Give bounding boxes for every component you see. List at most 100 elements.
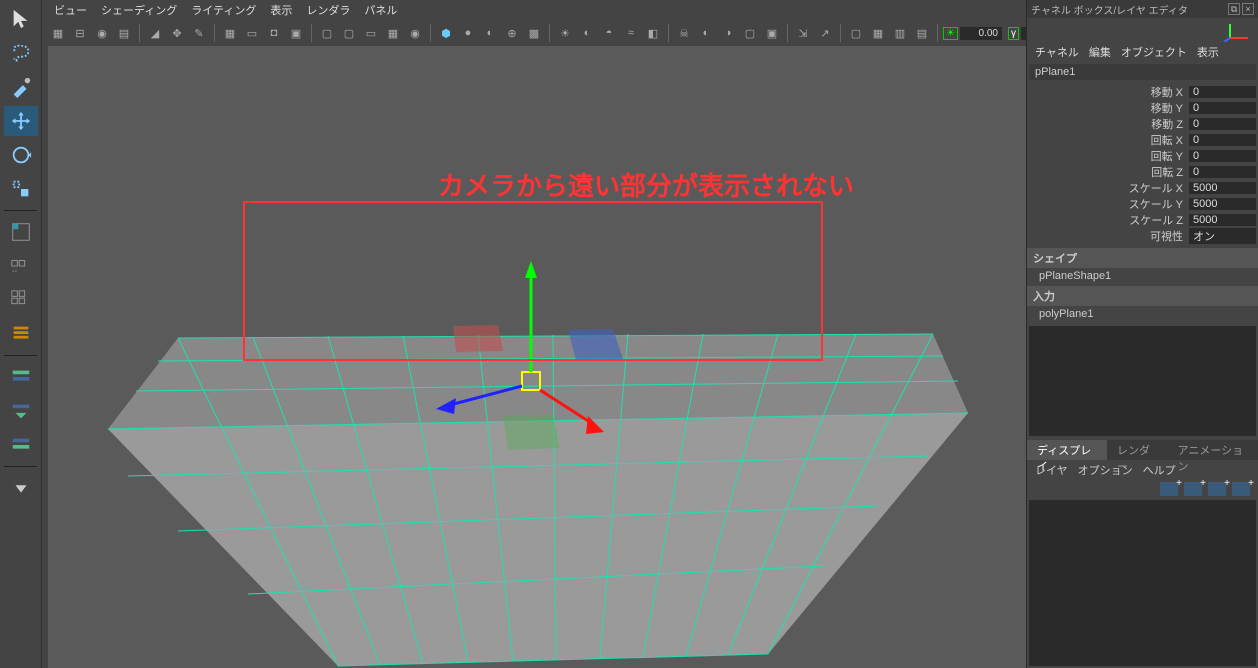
exposure-field[interactable]: 0.00 [960, 27, 1002, 40]
layer-list[interactable] [1029, 500, 1256, 666]
ao-icon[interactable]: ◓ [599, 23, 619, 43]
menu-view[interactable]: ビュー [54, 2, 87, 18]
new-layer-assign-icon[interactable] [1184, 482, 1202, 496]
snap-grid-b[interactable] [4, 285, 38, 315]
motion-blur-icon[interactable]: ≈ [621, 23, 641, 43]
layer-menu-layer[interactable]: レイヤ [1035, 462, 1068, 478]
layout-two-icon[interactable]: ▥ [890, 23, 910, 43]
xray-active-icon[interactable]: ◑ [718, 23, 738, 43]
menu-shading[interactable]: シェーディング [101, 2, 177, 18]
move-tool[interactable] [4, 106, 38, 136]
channel-box-title: チャネル ボックス/レイヤ エディタ [1031, 2, 1188, 17]
gamma-icon[interactable]: γ [1008, 27, 1019, 40]
tab-anim[interactable]: アニメーション [1168, 440, 1258, 460]
object-name-field[interactable]: pPlane1 [1029, 64, 1256, 80]
gate-mask-icon[interactable]: ◘ [264, 23, 284, 43]
panel-menu-bar: ビュー シェーディング ライティング 表示 レンダラ パネル [48, 0, 403, 20]
attr-value[interactable]: 0 [1189, 134, 1256, 146]
shadows-icon[interactable]: ◐ [577, 23, 597, 43]
cb-menu-show[interactable]: 表示 [1197, 44, 1219, 60]
resolution-gate-icon[interactable]: ▭ [361, 23, 381, 43]
attr-value[interactable]: オン [1189, 228, 1256, 244]
attr-value[interactable]: 0 [1189, 102, 1256, 114]
cb-menu-channel[interactable]: チャネル [1035, 44, 1079, 60]
lasso-tool[interactable] [4, 38, 38, 68]
bookmark-b[interactable] [4, 396, 38, 426]
layout-four-icon[interactable]: ▦ [868, 23, 888, 43]
lock-camera-icon[interactable]: ⊟ [70, 23, 90, 43]
undock-icon[interactable]: ⧉ [1228, 3, 1240, 15]
anti-alias-icon[interactable]: ◧ [643, 23, 663, 43]
layout-single-icon[interactable]: ▢ [846, 23, 866, 43]
bookmark-a[interactable] [4, 362, 38, 392]
select-tool[interactable] [4, 4, 38, 34]
attr-value[interactable]: 0 [1189, 86, 1256, 98]
attr-value[interactable]: 5000 [1189, 198, 1256, 210]
snap-toggle[interactable] [4, 217, 38, 247]
layer-menu-help[interactable]: ヘルプ [1143, 462, 1176, 478]
grease-pencil-icon[interactable]: ✎ [189, 23, 209, 43]
menu-panels[interactable]: パネル [364, 2, 397, 18]
attr-label: 回転 Z [1029, 164, 1189, 180]
rotate-tool[interactable] [4, 140, 38, 170]
attr-label: 移動 Y [1029, 100, 1189, 116]
tab-display[interactable]: ディスプレイ [1027, 440, 1107, 460]
attr-value[interactable]: 5000 [1189, 182, 1256, 194]
layout-three-icon[interactable]: ▤ [912, 23, 932, 43]
new-layer-icon[interactable] [1160, 482, 1178, 496]
bookmark-c[interactable] [4, 430, 38, 460]
exposure-icon[interactable]: ☀ [943, 27, 958, 40]
menu-renderer[interactable]: レンダラ [306, 2, 350, 18]
xray-icon[interactable]: ☠ [674, 23, 694, 43]
shading-all-icon[interactable]: ◉ [405, 23, 425, 43]
wire-on-shaded-icon[interactable]: ⊕ [502, 23, 522, 43]
layer-menu: レイヤ オプション ヘルプ [1027, 460, 1258, 480]
layer-menu-options[interactable]: オプション [1078, 462, 1133, 478]
viewport[interactable]: カメラから遠い部分が表示されない [48, 46, 1026, 668]
tab-render[interactable]: レンダー [1107, 440, 1168, 460]
film-gate-icon[interactable]: ▭ [242, 23, 262, 43]
menu-show[interactable]: 表示 [270, 2, 292, 18]
textured-icon[interactable]: ▩ [524, 23, 544, 43]
wireframe-icon[interactable]: ⬢ [436, 23, 456, 43]
scale-tool[interactable] [4, 174, 38, 204]
shape-header: シェイプ [1027, 248, 1258, 268]
shape-name[interactable]: pPlaneShape1 [1027, 268, 1258, 284]
attr-value[interactable]: 0 [1189, 118, 1256, 130]
dropdown-icon[interactable] [4, 473, 38, 503]
field-chart-icon[interactable]: ▣ [286, 23, 306, 43]
paint-select-tool[interactable] [4, 72, 38, 102]
camera-attr-icon[interactable]: ◉ [92, 23, 112, 43]
attr-value[interactable]: 0 [1189, 150, 1256, 162]
depth-icon[interactable]: ▣ [762, 23, 782, 43]
layer-up-icon[interactable] [1208, 482, 1226, 496]
input-name[interactable]: polyPlane1 [1027, 306, 1258, 322]
xray-joints-icon[interactable]: ◐ [696, 23, 716, 43]
2d-pan-icon[interactable]: ✥ [167, 23, 187, 43]
isolate-icon[interactable]: ▢ [740, 23, 760, 43]
expose-icon[interactable]: ⇲ [793, 23, 813, 43]
menu-lighting[interactable]: ライティング [191, 2, 256, 18]
safe-action-icon[interactable]: ▢ [317, 23, 337, 43]
smooth-shade-icon[interactable]: ● [458, 23, 478, 43]
image-plane-icon[interactable]: ◢ [145, 23, 165, 43]
bookmarks-icon[interactable]: ▤ [114, 23, 134, 43]
attr-table: 移動 X0 移動 Y0 移動 Z0 回転 X0 回転 Y0 回転 Z0 スケール… [1029, 84, 1256, 244]
shading-wire-icon[interactable]: ▦ [383, 23, 403, 43]
cb-menu-edit[interactable]: 編集 [1089, 44, 1111, 60]
channel-box-empty [1029, 326, 1256, 436]
use-default-mat-icon[interactable]: ◐ [480, 23, 500, 43]
attr-label: 可視性 [1029, 228, 1189, 244]
single-persp-icon[interactable]: ↗ [815, 23, 835, 43]
grid-icon[interactable]: ▦ [220, 23, 240, 43]
snap-stack[interactable] [4, 319, 38, 349]
cb-menu-object[interactable]: オブジェクト [1121, 44, 1187, 60]
select-camera-icon[interactable]: ▦ [48, 23, 68, 43]
attr-value[interactable]: 5000 [1189, 214, 1256, 226]
snap-grid-a[interactable]: ◦◦ [4, 251, 38, 281]
attr-value[interactable]: 0 [1189, 166, 1256, 178]
layer-down-icon[interactable] [1232, 482, 1250, 496]
use-all-lights-icon[interactable]: ☀ [555, 23, 575, 43]
close-icon[interactable]: × [1242, 3, 1254, 15]
safe-title-icon[interactable]: ▢ [339, 23, 359, 43]
